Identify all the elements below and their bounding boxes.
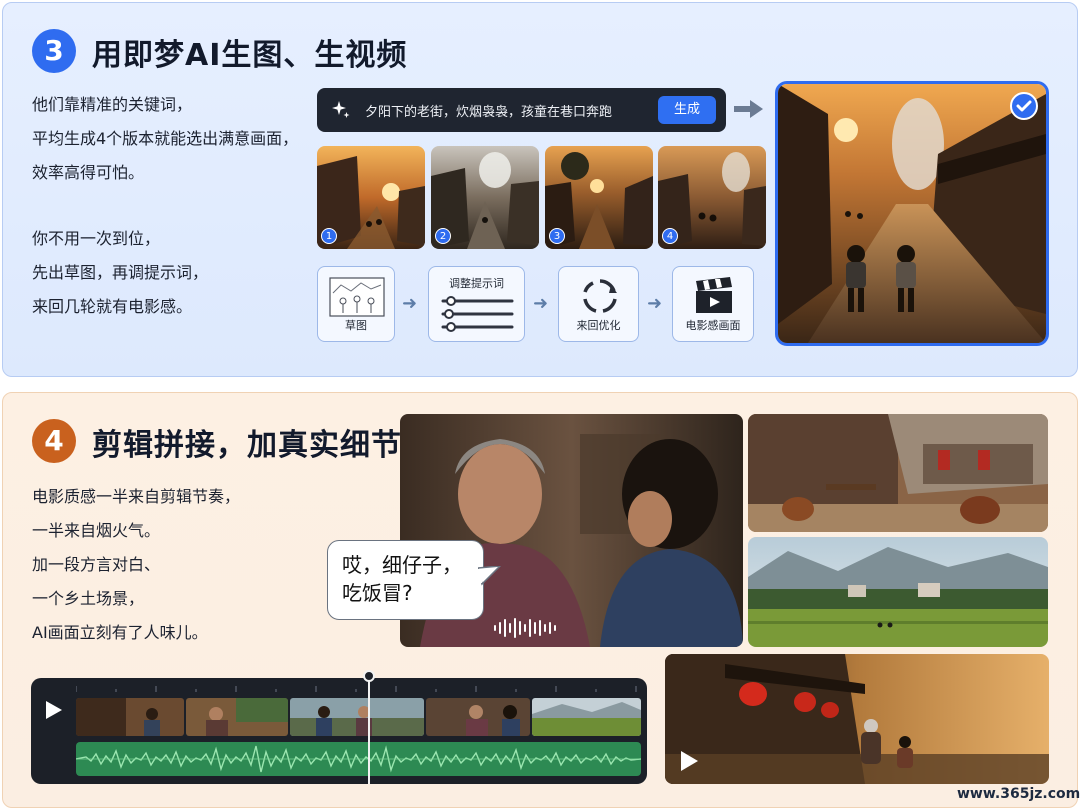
step-label: 调整提示词 (449, 277, 504, 290)
section-3-paragraph-2: 你不用一次到位， 先出草图，再调提示词， 来回几轮就有电影感。 (32, 222, 208, 324)
timeline-playhead[interactable] (368, 672, 370, 784)
step-iterate: 来回优化 (558, 266, 639, 342)
step-sketch: 草图 (317, 266, 395, 342)
dialogue-line: 吃饭冒? (342, 581, 413, 605)
prompt-bar[interactable]: 夕阳下的老街，炊烟袅袅，孩童在巷口奔跑 生成 (317, 88, 726, 132)
countryside-fields-image (748, 537, 1048, 647)
video-clip[interactable] (290, 698, 424, 736)
video-clip[interactable] (76, 698, 184, 736)
arrow-right-icon: ➜ (402, 293, 418, 314)
section-3-paragraph-1: 他们靠精准的关键词， 平均生成4个版本就能选出满意画面， 效率高得可怕。 (32, 88, 298, 190)
lantern-alley-image (665, 654, 1049, 784)
text-line: 一个乡土场景， (32, 589, 145, 608)
video-clip[interactable] (532, 698, 641, 736)
sparkle-icon (332, 101, 350, 118)
arrow-right-icon: ➜ (533, 293, 549, 314)
thumbnail-number: 3 (549, 228, 565, 244)
village-lantern-alley-image (665, 654, 1049, 784)
text-line: 来回几轮就有电影感。 (32, 297, 193, 316)
step-label: 草图 (345, 319, 367, 332)
section-4-title: 剪辑拼接，加真实细节 (92, 428, 402, 463)
thumbnail-4[interactable]: 4 (658, 146, 766, 249)
text-line: 一半来自烟火气。 (32, 521, 161, 540)
thumbnail-number: 4 (662, 228, 678, 244)
arrow-right-icon: ➜ (647, 293, 663, 314)
check-icon (1010, 92, 1038, 120)
section-3-number-badge: 3 (32, 29, 76, 73)
selected-result-image[interactable] (775, 81, 1049, 346)
thumbnail-3[interactable]: 3 (545, 146, 653, 249)
generate-button[interactable]: 生成 (658, 96, 716, 124)
section-4-number-badge: 4 (32, 419, 76, 463)
audio-waveform (76, 745, 641, 773)
text-line: 先出草图，再调提示词， (32, 263, 209, 282)
text-line: 他们靠精准的关键词， (32, 95, 193, 114)
prompt-input[interactable]: 夕阳下的老街，炊烟袅袅，孩童在巷口奔跑 (365, 101, 612, 120)
village-courtyard-image (748, 414, 1048, 532)
playhead-handle[interactable] (363, 670, 375, 682)
text-line: 效率高得可怕。 (32, 163, 145, 182)
play-icon[interactable] (679, 750, 699, 772)
thumbnail-1[interactable]: 1 (317, 146, 425, 249)
refresh-icon (583, 279, 617, 313)
thumbnail-2[interactable]: 2 (431, 146, 539, 249)
video-editor-timeline[interactable] (31, 678, 647, 784)
step-label: 电影感画面 (685, 319, 741, 332)
sliders-icon (441, 296, 514, 332)
video-clip[interactable] (426, 698, 530, 736)
text-line: 你不用一次到位， (32, 229, 161, 248)
section-4-paragraph: 电影质感一半来自剪辑节奏， 一半来自烟火气。 加一段方言对白、 一个乡土场景， … (32, 480, 240, 650)
village-street-children-image (778, 84, 1046, 343)
watermark: www.365jz.com (957, 786, 1080, 802)
video-clip[interactable] (186, 698, 288, 736)
rice-field-village-image (748, 537, 1048, 647)
section-3-title: 用即梦AI生图、生视频 (92, 38, 408, 73)
audio-waveform-track[interactable] (76, 742, 641, 776)
dialogue-line: 哎，细仔子， (342, 553, 462, 577)
clapperboard-icon (696, 277, 732, 313)
thumbnail-number: 2 (435, 228, 451, 244)
text-line: 电影质感一半来自剪辑节奏， (32, 487, 241, 506)
speech-bubble: 哎，细仔子， 吃饭冒? (327, 540, 484, 620)
sketch-icon (329, 277, 385, 317)
speech-bubble-tail (478, 566, 502, 586)
text-line: AI画面立刻有了人味儿。 (32, 623, 208, 642)
step-adjust-prompt: 调整提示词 (428, 266, 525, 342)
step-cinematic: 电影感画面 (672, 266, 754, 342)
arrow-right-icon (734, 100, 763, 118)
play-icon[interactable] (45, 700, 63, 720)
thumbnail-number: 1 (321, 228, 337, 244)
courtyard-chickens-image (748, 414, 1048, 532)
timeline-ruler[interactable] (76, 682, 641, 694)
sound-wave-icon (494, 618, 556, 638)
text-line: 加一段方言对白、 (32, 555, 161, 574)
step-label: 来回优化 (576, 319, 621, 332)
text-line: 平均生成4个版本就能选出满意画面， (32, 129, 299, 148)
